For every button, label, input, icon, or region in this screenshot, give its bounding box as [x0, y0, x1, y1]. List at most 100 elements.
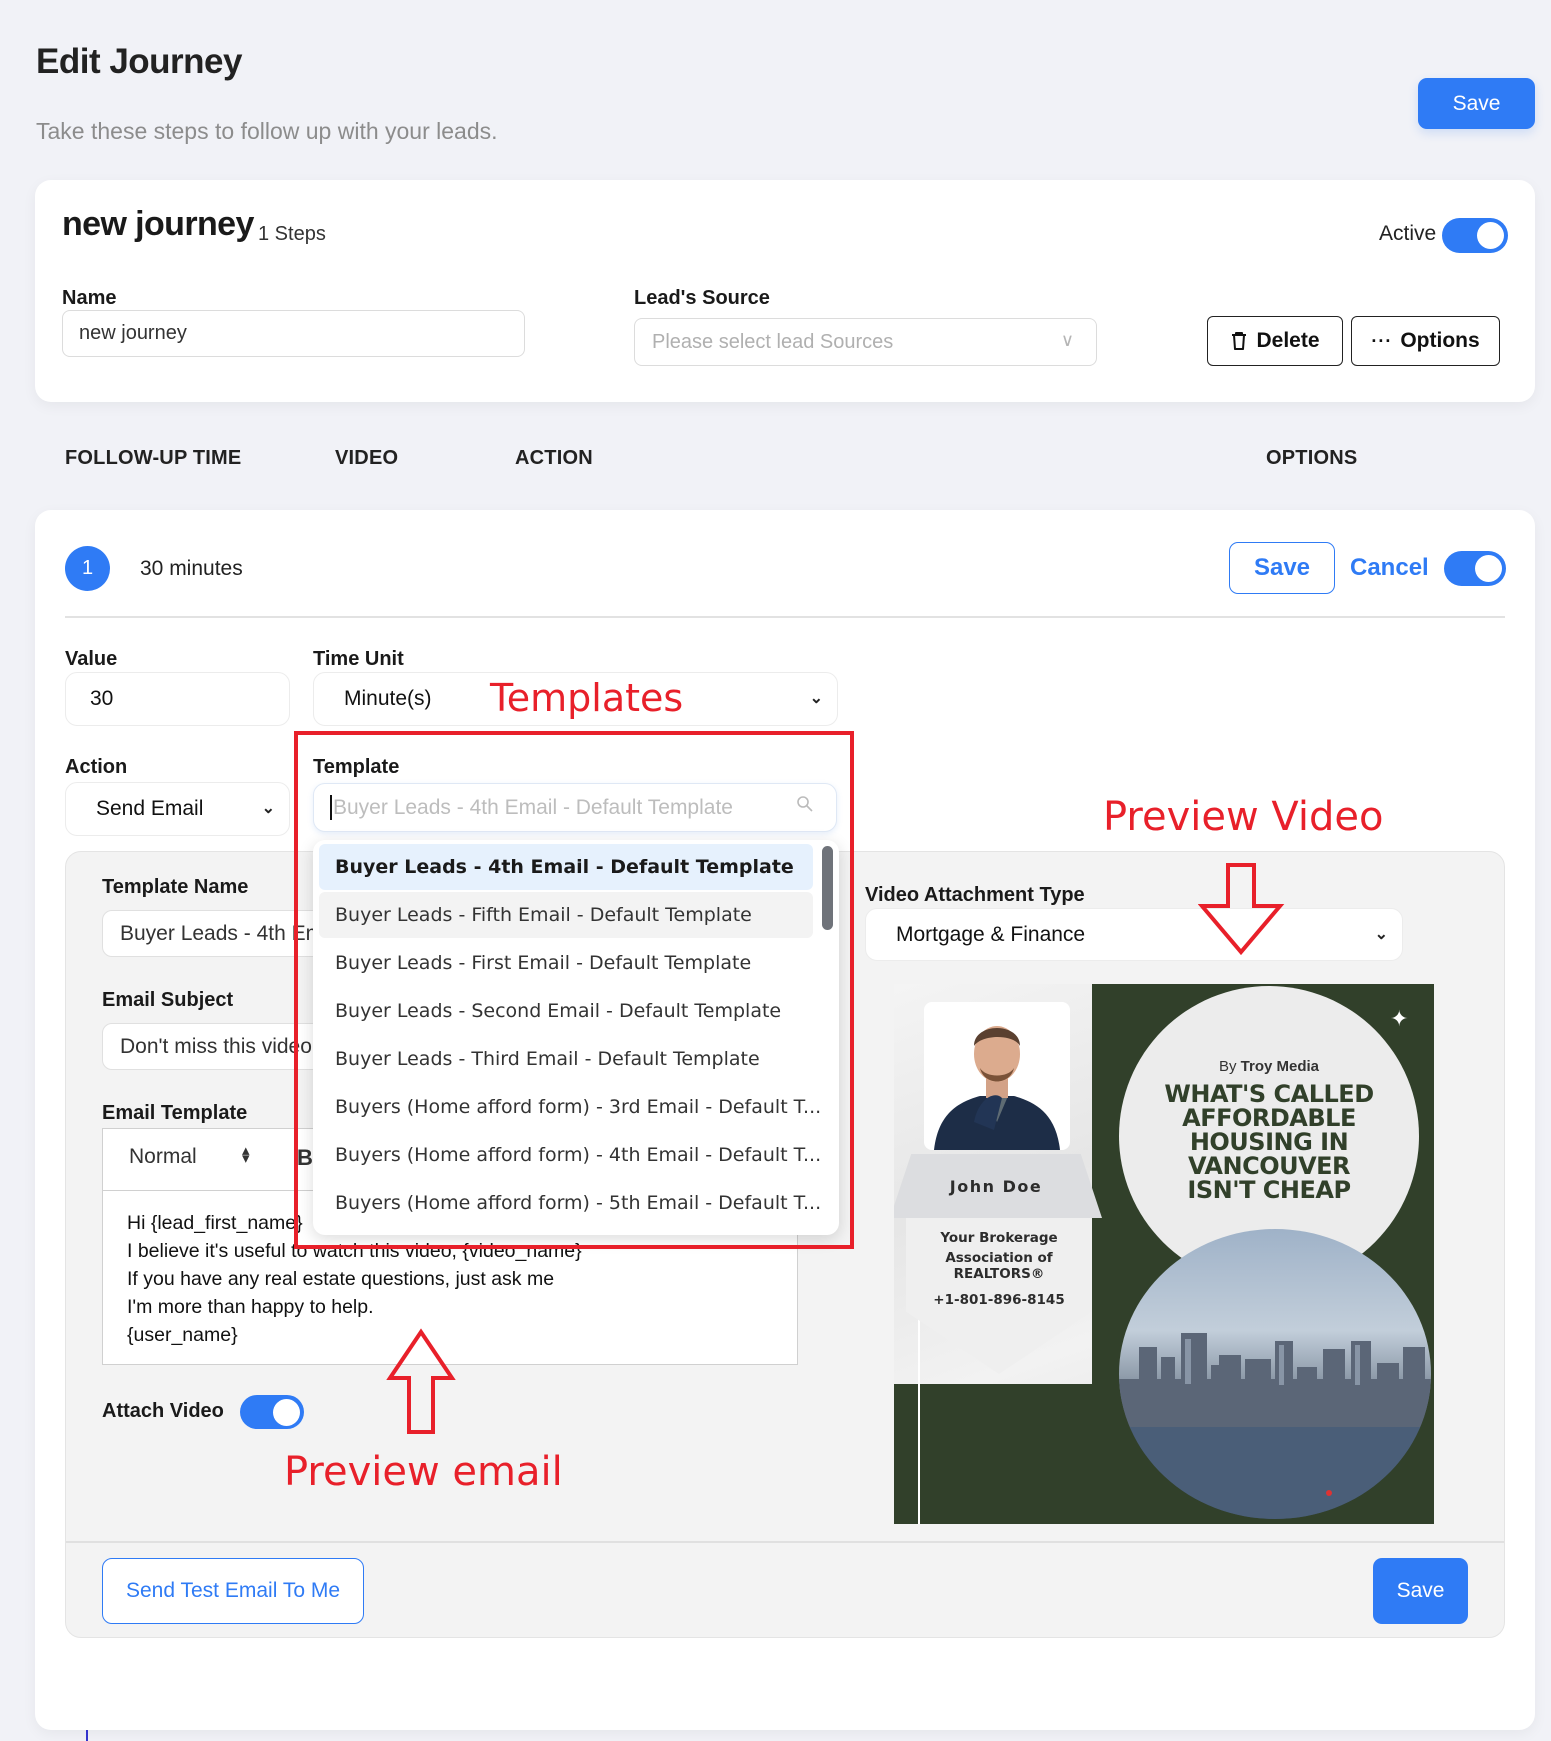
email-body-line: I'm more than happy to help. [127, 1296, 374, 1318]
action-select[interactable]: Send Email ⌄ [65, 782, 290, 836]
text-cursor [86, 1730, 88, 1741]
attach-video-toggle[interactable] [240, 1395, 304, 1429]
dropdown-scrollbar[interactable] [822, 846, 833, 930]
template-option[interactable]: Buyer Leads - Second Email - Default Tem… [319, 988, 813, 1034]
headline-line: AFFORDABLE [1182, 1104, 1356, 1132]
chevron-down-icon: ⌄ [261, 800, 275, 817]
chevron-down-icon: ⌄ [1374, 926, 1388, 943]
agent-name-plate: John Doe [894, 1154, 1102, 1218]
action-label: Action [65, 756, 128, 778]
agent-portrait-icon [934, 1026, 1060, 1150]
annotation-templates: Templates [490, 676, 684, 720]
chevron-down-icon: ⌄ [809, 690, 823, 707]
template-name-label: Template Name [102, 876, 249, 898]
annotation-preview-email: Preview email [284, 1449, 563, 1495]
lead-source-label: Lead's Source [634, 287, 770, 309]
column-header-follow-up-time: FOLLOW-UP TIME [65, 447, 242, 469]
template-option[interactable]: Buyer Leads - 4th Email - Default Templa… [319, 844, 813, 890]
template-option[interactable]: Buyers (Home afford form) - 4th Email - … [319, 1132, 821, 1178]
text-caret [330, 795, 332, 820]
video-attachment-type-label: Video Attachment Type [865, 884, 1085, 906]
attach-video-label: Attach Video [102, 1400, 224, 1422]
action-value: Send Email [96, 797, 204, 820]
save-step-button[interactable]: Save [1373, 1558, 1468, 1624]
byline-prefix: By [1218, 1058, 1237, 1075]
email-body-line: {user_name} [127, 1324, 238, 1346]
step-enabled-toggle[interactable] [1444, 551, 1506, 586]
value-input[interactable]: 30 [65, 672, 290, 726]
headline-line: WHAT'S CALLED [1164, 1080, 1374, 1108]
headline-line: HOUSING IN [1189, 1128, 1349, 1156]
template-option[interactable]: Buyer Leads - Fifth Email - Default Temp… [319, 892, 813, 938]
delete-label: Delete [1256, 329, 1320, 352]
options-button[interactable]: ··· Options [1351, 316, 1500, 366]
lead-source-placeholder: Please select lead Sources [652, 330, 894, 353]
agent-photo [924, 1002, 1070, 1150]
active-label: Active [1379, 222, 1437, 245]
template-search-placeholder: Buyer Leads - 4th Email - Default Templa… [333, 795, 733, 819]
annotation-arrow-up-icon [386, 1328, 456, 1434]
delete-button[interactable]: Delete [1207, 316, 1343, 366]
agent-phone: +1-801-896-8145 [933, 1292, 1065, 1308]
ellipsis-icon: ··· [1371, 330, 1393, 351]
page-title: Edit Journey [36, 42, 242, 81]
search-icon [797, 796, 813, 812]
template-option[interactable]: Buyers (Home afford form) - 3rd Email - … [319, 1084, 821, 1130]
toggle-knob [1475, 555, 1502, 582]
video-attachment-type-select[interactable]: Mortgage & Finance ⌄ [865, 908, 1403, 961]
headline-line: ISN'T CHEAP [1187, 1176, 1351, 1204]
association-line-1: Association of [945, 1250, 1053, 1266]
headline-line: VANCOUVER [1187, 1152, 1351, 1180]
time-unit-label: Time Unit [313, 648, 404, 670]
save-journey-button[interactable]: Save [1418, 78, 1535, 129]
journey-steps-count: 1 Steps [258, 223, 326, 245]
annotation-preview-video: Preview Video [1103, 794, 1384, 840]
journey-name-input[interactable]: new journey [62, 310, 525, 357]
email-subject-label: Email Subject [102, 989, 234, 1011]
time-unit-value: Minute(s) [344, 687, 432, 710]
lead-source-select[interactable]: Please select lead Sources ∨ [634, 318, 1097, 366]
template-option[interactable]: Buyers (Home afford form) - 5th Email - … [319, 1180, 821, 1226]
video-preview[interactable]: John Doe Your Brokerage Association of R… [894, 984, 1434, 1524]
journey-name-heading: new journey [62, 205, 254, 243]
template-option[interactable]: Buyer Leads - First Email - Default Temp… [319, 940, 813, 986]
email-subject-input[interactable]: Don't miss this video [102, 1023, 332, 1070]
template-label: Template [313, 756, 400, 778]
step-cancel-button[interactable]: Cancel [1350, 554, 1429, 582]
template-search-input[interactable]: Buyer Leads - 4th Email - Default Templa… [313, 783, 837, 832]
step-divider [65, 616, 1505, 618]
template-dropdown-list: Buyer Leads - 4th Email - Default Templa… [313, 840, 839, 1235]
preview-strip-cut [894, 1384, 1092, 1524]
skyline-icon [1119, 1333, 1431, 1519]
byline: By Troy Media [1119, 1058, 1419, 1075]
toggle-knob [273, 1399, 300, 1426]
column-header-video: VIDEO [335, 447, 399, 469]
options-label: Options [1400, 329, 1480, 352]
format-select[interactable]: Normal [129, 1145, 197, 1169]
updown-arrows-icon: ▴ ▾ [242, 1142, 250, 1167]
active-toggle[interactable] [1442, 218, 1508, 253]
panel-footer-divider [66, 1541, 1504, 1543]
page-subtitle: Take these steps to follow up with your … [36, 118, 498, 144]
toggle-knob [1477, 222, 1504, 249]
column-header-action: ACTION [515, 447, 593, 469]
video-attachment-type-value: Mortgage & Finance [896, 922, 1086, 946]
email-body-line: If you have any real estate questions, j… [127, 1268, 555, 1290]
trash-icon [1232, 332, 1247, 350]
send-test-email-button[interactable]: Send Test Email To Me [102, 1558, 364, 1624]
column-header-options: OPTIONS [1266, 447, 1358, 469]
bold-button[interactable]: B [297, 1145, 313, 1171]
association-line-2: REALTORS® [953, 1266, 1045, 1282]
step-time-summary: 30 minutes [140, 557, 243, 580]
email-template-label: Email Template [102, 1102, 248, 1124]
template-name-input[interactable]: Buyer Leads - 4th Email - Default Templa… [102, 910, 332, 957]
name-label: Name [62, 287, 117, 309]
annotation-arrow-down-icon [1198, 863, 1285, 956]
value-label: Value [65, 648, 118, 670]
journey-settings-card [35, 180, 1535, 402]
sparkle-icon: ✦ [1390, 1006, 1409, 1031]
template-option[interactable]: Buyer Leads - Third Email - Default Temp… [319, 1036, 813, 1082]
step-save-button[interactable]: Save [1229, 542, 1335, 594]
city-skyline-image [1119, 1229, 1431, 1519]
chevron-down-icon: ∨ [1060, 330, 1074, 350]
